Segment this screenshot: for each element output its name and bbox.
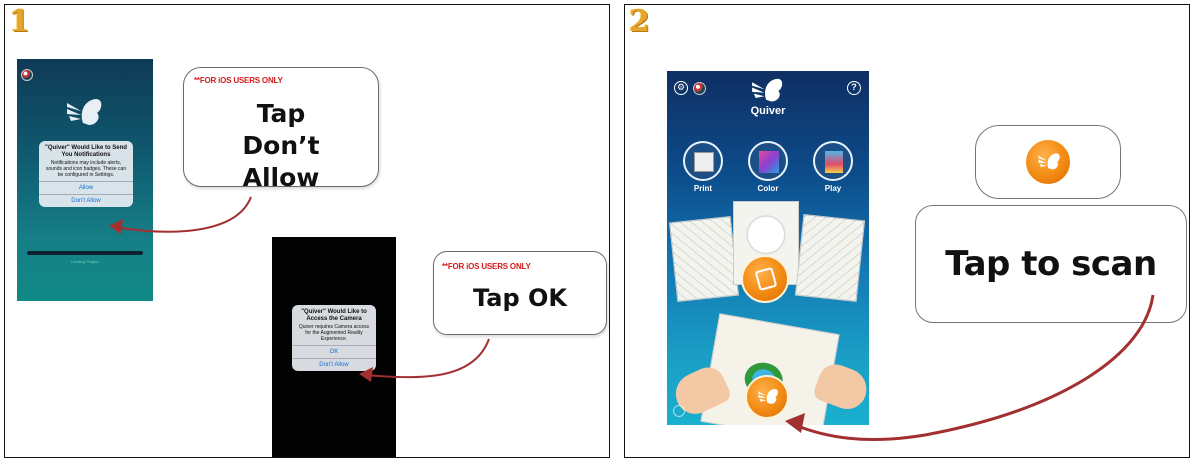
arrows-layer — [785, 294, 1155, 442]
step-1-panel: 1 "Quiver" Would Like to Send You Notifi… — [4, 4, 610, 458]
arrow-to-dont-allow — [114, 196, 252, 233]
arrow-to-ok — [366, 338, 490, 379]
arrow-to-scan-button — [794, 294, 1155, 442]
arrowhead-icon — [359, 367, 373, 382]
arrowhead-icon — [785, 413, 805, 433]
arrowhead-icon — [109, 219, 123, 234]
arrows-layer — [109, 196, 490, 382]
step-2-panel: 2 ⚙ ? Quiver Print Color Play Tap to sca… — [624, 4, 1190, 458]
